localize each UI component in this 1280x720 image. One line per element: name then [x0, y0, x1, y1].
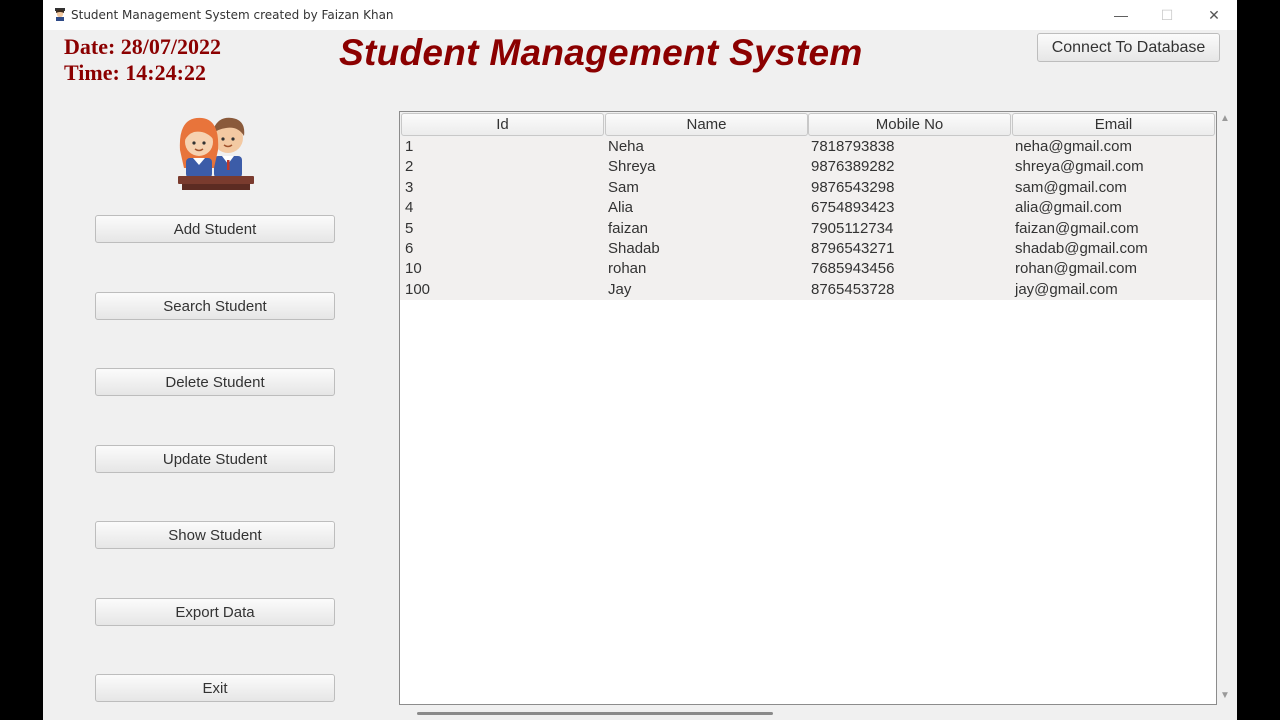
cell-mobile: 6754893423 [811, 199, 895, 217]
cell-mobile: 7685943456 [811, 260, 895, 278]
cell-name: Shreya [608, 158, 656, 176]
cell-id: 3 [405, 178, 414, 196]
cell-mobile: 7818793838 [811, 138, 895, 155]
cell-email: faizan@gmail.com [1015, 219, 1139, 237]
horizontal-scrollbar[interactable] [417, 712, 773, 715]
column-header-id[interactable]: Id [401, 113, 604, 136]
table-row[interactable]: 2 Shreya 9876389282 shreya@gmail.com [400, 157, 1216, 178]
table-row[interactable]: 100 Jay 8765453728 jay@gmail.com [400, 279, 1216, 301]
cell-name: Neha [608, 138, 644, 155]
table-row[interactable]: 1 Neha 7818793838 neha@gmail.com [400, 137, 1216, 158]
cell-email: neha@gmail.com [1015, 138, 1132, 155]
students-illustration [178, 117, 254, 190]
time-label: Time: 14:24:22 [64, 60, 206, 85]
title-bar: Student Management System created by Fai… [43, 0, 1237, 30]
column-header-email[interactable]: Email [1012, 113, 1215, 136]
page-title: Student Management System [339, 32, 863, 73]
cell-id: 1 [405, 138, 414, 155]
scroll-down-arrow-icon[interactable]: ▼ [1220, 690, 1232, 702]
export-data-button[interactable]: Export Data [95, 598, 335, 626]
scroll-up-arrow-icon[interactable]: ▲ [1220, 113, 1232, 125]
cell-name: Shadab [608, 239, 660, 257]
cell-name: faizan [608, 219, 649, 237]
cell-id: 6 [405, 239, 414, 257]
exit-button[interactable]: Exit [95, 674, 335, 702]
cell-mobile: 9876543298 [811, 178, 895, 196]
maximize-button[interactable]: ☐ [1144, 0, 1190, 30]
update-student-button[interactable]: Update Student [95, 445, 335, 473]
show-student-button[interactable]: Show Student [95, 521, 335, 549]
student-table[interactable]: Id Name Mobile No Email 1 Neha 7818793838 n… [399, 111, 1217, 705]
cell-name: Sam [608, 178, 639, 196]
connect-database-button[interactable]: Connect To Database [1037, 33, 1220, 62]
cell-mobile: 8765453728 [811, 280, 895, 298]
table-header: Id Name Mobile No Email [400, 112, 1216, 137]
window-title: Student Management System created by Fai… [71, 8, 394, 22]
date-label: Date: 28/07/2022 [64, 34, 222, 59]
table-row[interactable]: 3 Sam 9876543298 sam@gmail.com [400, 177, 1216, 199]
cell-name: Alia [608, 199, 634, 217]
table-row[interactable]: 10 rohan 7685943456 rohan@gmail.com [400, 259, 1216, 280]
cell-name: Jay [608, 280, 632, 298]
cell-email: shreya@gmail.com [1015, 158, 1144, 176]
cell-id: 4 [405, 199, 414, 217]
cell-mobile: 7905112734 [811, 219, 894, 237]
minimize-button[interactable]: — [1098, 0, 1144, 30]
table-row[interactable]: 6 Shadab 8796543271 shadab@gmail.com [400, 238, 1216, 260]
column-header-mobile[interactable]: Mobile No [808, 113, 1011, 136]
cell-id: 5 [405, 219, 414, 237]
cell-email: jay@gmail.com [1015, 280, 1118, 298]
app-window: Student Management System created by Fai… [43, 0, 1237, 720]
cell-id: 100 [405, 280, 431, 298]
cell-email: shadab@gmail.com [1015, 239, 1148, 257]
delete-student-button[interactable]: Delete Student [95, 368, 335, 396]
cell-id: 2 [405, 158, 414, 176]
cell-id: 10 [405, 260, 422, 278]
table-row[interactable]: 5 faizan 7905112734 faizan@gmail.com [400, 218, 1216, 239]
cell-email: sam@gmail.com [1015, 178, 1127, 196]
table-row[interactable]: 4 Alia 6754893423 alia@gmail.com [400, 198, 1216, 219]
table-body: 1 Neha 7818793838 neha@gmail.com 2 Shreya 9876… [400, 137, 1216, 301]
add-student-button[interactable]: Add Student [95, 215, 335, 243]
cell-mobile: 9876389282 [811, 158, 895, 176]
search-student-button[interactable]: Search Student [95, 292, 335, 320]
close-button[interactable]: ✕ [1191, 0, 1237, 30]
cell-mobile: 8796543271 [811, 239, 895, 257]
cell-email: rohan@gmail.com [1015, 260, 1137, 278]
column-header-name[interactable]: Name [605, 113, 808, 136]
cell-name: rohan [608, 260, 647, 278]
cell-email: alia@gmail.com [1015, 199, 1122, 217]
student-icon [55, 8, 65, 21]
